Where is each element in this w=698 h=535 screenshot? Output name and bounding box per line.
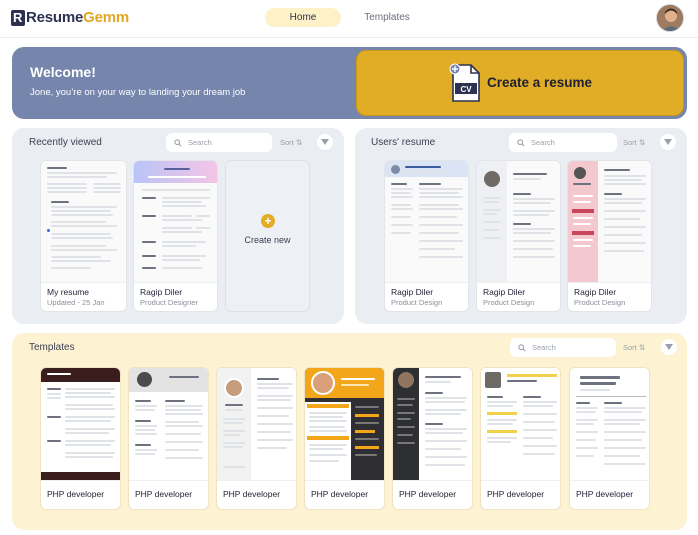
template-title: PHP developer [576, 489, 634, 499]
resume-thumbnail [41, 161, 126, 283]
recent-sort-button[interactable]: Sort ⇅ [280, 138, 302, 147]
logo-text-accent: Gemm [83, 9, 130, 26]
users-resume-title: Users' resume [371, 137, 436, 148]
template-card[interactable]: PHP developer [40, 367, 121, 510]
card-title: Ragip Diler [483, 287, 526, 297]
template-card[interactable]: PHP developer [304, 367, 385, 510]
plus-icon: + [261, 214, 275, 228]
card-subtitle: Product Designer [140, 298, 198, 307]
template-title: PHP developer [223, 489, 281, 499]
nav-home-tab[interactable]: Home [265, 8, 341, 27]
cv-file-icon: CV [449, 63, 480, 102]
templates-sort-button[interactable]: Sort ⇅ [623, 343, 645, 352]
logo-icon [11, 9, 25, 26]
template-thumbnail [481, 368, 560, 481]
create-resume-button[interactable]: CV Create a resume [356, 50, 684, 116]
template-thumbnail [41, 368, 120, 481]
card-subtitle: Updated - 25 Jan [47, 298, 105, 307]
template-thumbnail [217, 368, 296, 481]
users-sort-label: Sort [623, 138, 637, 147]
sort-icon: ⇅ [295, 138, 303, 147]
template-title: PHP developer [487, 489, 545, 499]
template-card[interactable]: PHP developer [216, 367, 297, 510]
card-subtitle: Product Design [574, 298, 626, 307]
users-search-placeholder: Search [531, 138, 555, 147]
search-icon [517, 138, 525, 147]
template-thumbnail [570, 368, 649, 481]
sort-icon: ⇅ [638, 138, 646, 147]
filter-icon [665, 344, 673, 350]
card-title: Ragip Diler [391, 287, 434, 297]
users-sort-button[interactable]: Sort ⇅ [623, 138, 645, 147]
template-thumbnail [129, 368, 208, 481]
filter-icon [664, 139, 672, 145]
template-card[interactable]: PHP developer [480, 367, 561, 510]
resume-card-my-resume[interactable]: My resume Updated - 25 Jan [40, 160, 127, 312]
welcome-subtitle: Jone, you’re on your way to landing your… [30, 87, 246, 98]
recent-search-placeholder: Search [188, 138, 212, 147]
template-thumbnail [305, 368, 384, 481]
search-icon [174, 138, 182, 147]
recent-filter-button[interactable] [317, 134, 333, 150]
template-card[interactable]: PHP developer [569, 367, 650, 510]
svg-text:CV: CV [460, 85, 472, 94]
recent-search-input[interactable]: Search [166, 133, 272, 152]
create-new-label: Create new [244, 235, 291, 245]
template-title: PHP developer [311, 489, 369, 499]
user-resume-card[interactable]: Ragip Diler Product Design [476, 160, 561, 312]
card-title: Ragip Diler [574, 287, 617, 297]
filter-icon [321, 139, 329, 145]
logo-text-primary: Resume [26, 9, 84, 26]
user-resume-card[interactable]: Ragip Diler Product Design [384, 160, 469, 312]
resume-thumbnail [385, 161, 468, 283]
search-icon [518, 343, 526, 352]
resume-thumbnail [134, 161, 217, 283]
recent-sort-label: Sort [280, 138, 294, 147]
card-title: Ragip Diler [140, 287, 183, 297]
top-bar: ResumeGemm Home Templates [0, 0, 698, 38]
recently-viewed-title: Recently viewed [29, 137, 102, 148]
templates-search-placeholder: Search [532, 343, 556, 352]
templates-sort-label: Sort [623, 343, 637, 352]
template-title: PHP developer [47, 489, 105, 499]
template-card[interactable]: PHP developer [392, 367, 473, 510]
template-title: PHP developer [399, 489, 457, 499]
templates-title: Templates [29, 342, 75, 353]
user-avatar[interactable] [656, 4, 684, 32]
template-thumbnail [393, 368, 472, 481]
users-search-input[interactable]: Search [509, 133, 617, 152]
templates-filter-button[interactable] [661, 339, 677, 355]
sort-icon: ⇅ [638, 343, 646, 352]
card-title: My resume [47, 287, 90, 297]
welcome-banner: Welcome! Jone, you’re on your way to lan… [12, 47, 687, 119]
template-card[interactable]: PHP developer [128, 367, 209, 510]
resume-thumbnail [568, 161, 651, 283]
users-filter-button[interactable] [660, 134, 676, 150]
logo[interactable]: ResumeGemm [11, 9, 129, 26]
nav-templates-tab[interactable]: Templates [350, 8, 424, 27]
create-new-card[interactable]: + Create new [225, 160, 310, 312]
create-resume-label: Create a resume [487, 75, 593, 90]
resume-card-ragip-diler[interactable]: Ragip Diler Product Designer [133, 160, 218, 312]
templates-search-input[interactable]: Search [510, 338, 616, 357]
card-subtitle: Product Design [483, 298, 535, 307]
user-resume-card[interactable]: Ragip Diler Product Design [567, 160, 652, 312]
resume-thumbnail [477, 161, 560, 283]
template-title: PHP developer [135, 489, 193, 499]
welcome-title: Welcome! [30, 64, 96, 80]
card-subtitle: Product Design [391, 298, 443, 307]
